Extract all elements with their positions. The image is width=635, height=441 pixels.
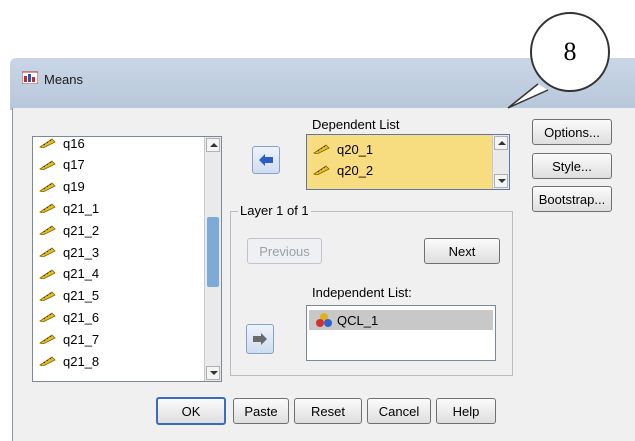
bootstrap-button[interactable]: Bootstrap... xyxy=(532,186,612,212)
ruler-pencil-icon xyxy=(313,165,330,175)
variable-list-item[interactable]: q21_8 xyxy=(39,351,99,371)
dependent-item-label: q20_2 xyxy=(337,162,374,178)
paste-button[interactable]: Paste xyxy=(233,398,289,424)
dependent-list[interactable]: q20_1 q20_2 xyxy=(306,134,510,190)
dependent-item-label: q20_1 xyxy=(337,141,374,157)
variable-label: q17 xyxy=(63,157,85,173)
variable-label: q19 xyxy=(63,179,85,195)
ruler-pencil-icon xyxy=(39,138,56,148)
reset-button[interactable]: Reset xyxy=(294,398,362,424)
ruler-pencil-icon xyxy=(39,182,56,192)
ruler-pencil-icon xyxy=(39,269,56,279)
scroll-up-button[interactable] xyxy=(206,138,220,152)
ruler-pencil-icon xyxy=(39,160,56,170)
variable-label: q21_8 xyxy=(63,353,100,369)
help-button[interactable]: Help xyxy=(436,398,496,424)
means-app-icon xyxy=(22,71,38,84)
variable-list-item[interactable]: q21_1 xyxy=(39,198,99,218)
dependent-list-item[interactable]: q20_2 xyxy=(313,160,373,180)
ruler-pencil-icon xyxy=(39,356,56,366)
layer-label: Layer 1 of 1 xyxy=(238,203,311,218)
variable-label: q21_7 xyxy=(63,331,100,347)
variable-label: q21_2 xyxy=(63,222,100,238)
next-button[interactable]: Next xyxy=(424,238,500,264)
variable-label: q21_4 xyxy=(63,266,100,282)
dependent-list-scrollbar[interactable] xyxy=(492,135,509,189)
variable-list[interactable]: q16 q17 q19 q21_1 q21_2 q21_3 q21_4 q21_5 q21_6q… xyxy=(32,136,222,382)
ok-button[interactable]: OK xyxy=(156,397,226,425)
previous-button[interactable]: Previous xyxy=(247,238,322,264)
variable-label: q21_6 xyxy=(63,309,100,325)
arrow-left-icon xyxy=(259,154,273,166)
ruler-pencil-icon xyxy=(39,225,56,236)
arrow-right-icon xyxy=(253,333,267,345)
ruler-pencil-icon xyxy=(39,312,56,323)
ruler-pencil-icon xyxy=(313,144,330,154)
variable-list-item[interactable]: q21_7 xyxy=(39,329,99,349)
variable-list-item[interactable]: q21_4 xyxy=(39,264,99,284)
ruler-pencil-icon xyxy=(39,334,56,345)
ruler-pencil-icon xyxy=(39,247,56,257)
options-button[interactable]: Options... xyxy=(532,119,612,145)
move-to-dependent-button[interactable] xyxy=(252,146,280,174)
variable-label: q16 xyxy=(63,136,85,151)
scroll-thumb[interactable] xyxy=(207,217,219,287)
scroll-up-button[interactable] xyxy=(494,136,508,150)
scroll-down-button[interactable] xyxy=(206,366,220,380)
variable-list-item[interactable]: q19 xyxy=(39,177,85,197)
nominal-variable-icon xyxy=(316,313,332,327)
independent-list[interactable]: QCL_1 xyxy=(306,305,496,361)
variable-list-item[interactable]: q16 xyxy=(39,136,85,153)
dependent-list-item[interactable]: q20_1 xyxy=(313,139,373,159)
variable-label: q21_3 xyxy=(63,244,100,260)
variable-label: q21_1 xyxy=(63,200,100,216)
independent-list-label: Independent List: xyxy=(312,285,412,300)
ruler-pencil-icon xyxy=(39,203,56,214)
variable-list-item[interactable]: q21_2 xyxy=(39,220,99,240)
variable-list-item[interactable]: q21_5 xyxy=(39,286,99,306)
independent-item-label: QCL_1 xyxy=(337,312,379,328)
ruler-pencil-icon xyxy=(39,291,56,301)
style-button[interactable]: Style... xyxy=(532,153,612,179)
variable-list-scrollbar[interactable] xyxy=(204,137,221,381)
dependent-list-label: Dependent List xyxy=(312,117,400,132)
window-title: Means xyxy=(44,72,84,87)
variable-list-item[interactable]: q17 xyxy=(39,155,85,175)
callout-pointer xyxy=(507,83,549,109)
move-to-independent-button[interactable] xyxy=(246,324,274,354)
callout-number: 8 xyxy=(530,12,610,92)
variable-label: q21_5 xyxy=(63,288,100,304)
scroll-down-button[interactable] xyxy=(494,174,508,188)
independent-list-item[interactable]: QCL_1 xyxy=(309,310,493,330)
variable-list-item[interactable]: q21_3 xyxy=(39,242,99,262)
variable-list-item[interactable]: q21_6 xyxy=(39,307,99,327)
cancel-button[interactable]: Cancel xyxy=(367,398,431,424)
